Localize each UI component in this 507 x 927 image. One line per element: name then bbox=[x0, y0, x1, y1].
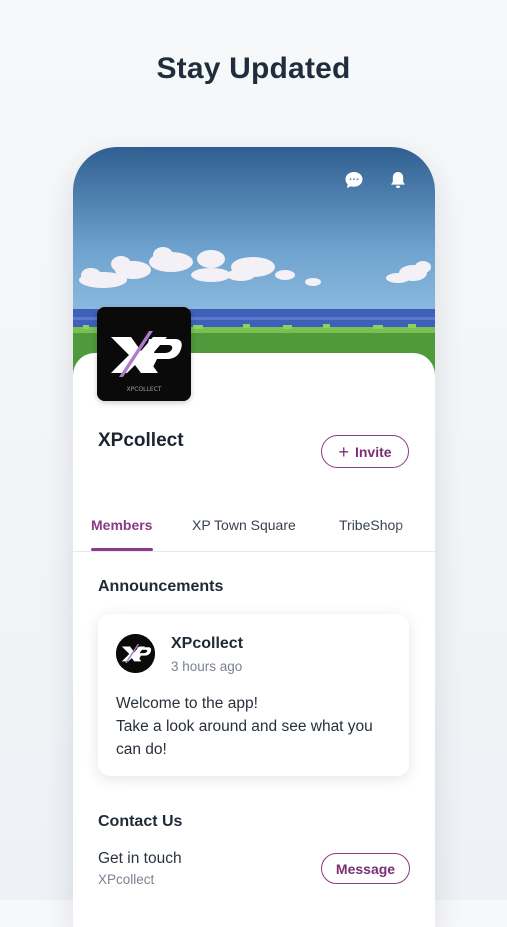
post-body-line: Take a look around and see what you can … bbox=[116, 718, 373, 758]
announcements-title: Announcements bbox=[98, 578, 224, 595]
active-tab-indicator bbox=[91, 548, 153, 551]
svg-text:XPCOLLECT: XPCOLLECT bbox=[127, 386, 162, 393]
invite-label: Invite bbox=[354, 443, 392, 460]
post-body: Welcome to the app! Take a look around a… bbox=[116, 692, 396, 761]
tab-members[interactable]: Members bbox=[91, 517, 152, 533]
announcement-post[interactable]: XPcollect 3 hours ago Welcome to the app… bbox=[98, 614, 409, 776]
plus-icon: + bbox=[338, 441, 349, 462]
avatar bbox=[116, 634, 155, 673]
post-body-line: Welcome to the app! bbox=[116, 695, 258, 712]
group-name: XPcollect bbox=[98, 430, 184, 451]
invite-button[interactable]: + Invite bbox=[321, 435, 409, 468]
post-timestamp: 3 hours ago bbox=[171, 659, 243, 674]
message-button[interactable]: Message bbox=[321, 853, 410, 884]
tab-xp-town-square[interactable]: XP Town Square bbox=[192, 517, 296, 533]
contact-subtitle: XPcollect bbox=[98, 872, 155, 887]
phone-frame: XPCOLLECT XPcollect + Invite Members XP … bbox=[73, 147, 435, 927]
contact-label: Get in touch bbox=[98, 850, 182, 867]
contact-title: Contact Us bbox=[98, 813, 183, 830]
tab-bar: Members XP Town Square TribeShop bbox=[73, 507, 435, 552]
headline: Stay Updated bbox=[156, 52, 351, 85]
chat-bubble-icon[interactable] bbox=[343, 169, 365, 191]
bell-icon[interactable] bbox=[387, 169, 409, 191]
post-author: XPcollect bbox=[171, 635, 244, 652]
group-logo: XPCOLLECT bbox=[97, 307, 191, 401]
tab-tribeshop[interactable]: TribeShop bbox=[339, 517, 403, 533]
